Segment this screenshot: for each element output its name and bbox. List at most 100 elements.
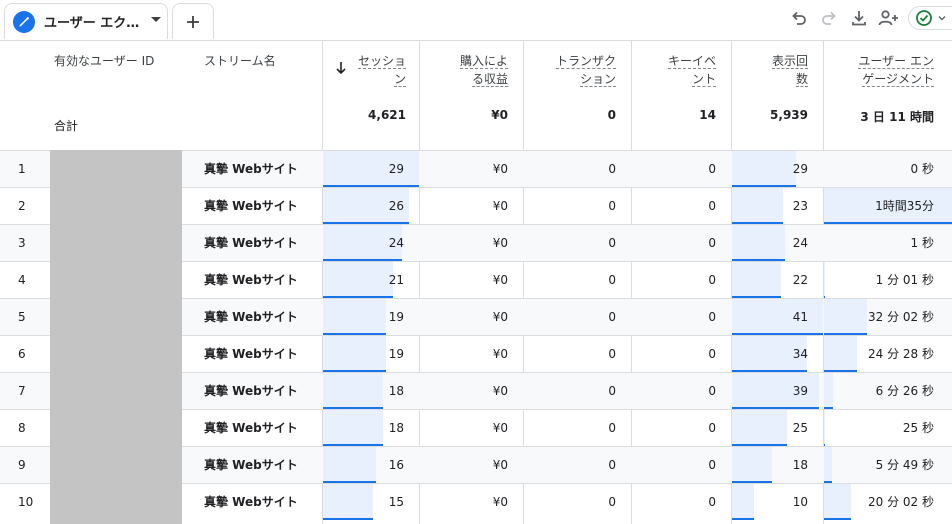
views-bar [732,410,787,446]
header-views-line1: 表示回 [771,54,808,69]
engagement-value: 1 分 01 秒 [875,273,934,287]
chevron-down-icon [938,16,946,21]
transactions-value: 0 [608,273,616,287]
stream-name: 真摯 Webサイト [204,273,298,287]
stream-name: 真摯 Webサイト [204,347,298,361]
key-events-value: 0 [708,236,716,250]
engagement-value: 6 分 26 秒 [875,384,934,398]
sessions-value: 19 [388,310,404,324]
sessions-bar [323,447,376,483]
header-sessions-line1: セッショ [357,54,406,69]
header-revenue-line1: 購入によ [459,54,508,69]
transactions-value: 0 [608,236,616,250]
engagement-value: 1 秒 [910,236,934,250]
row-index: 5 [18,310,26,324]
row-index: 2 [18,199,26,213]
revenue-value: ¥0 [492,458,508,472]
sessions-value: 18 [388,421,404,435]
header-key-events-line1: キーイベ [667,54,716,69]
header-transactions-line1: トランザク [555,54,616,69]
views-bar [732,262,781,298]
header-views-line2: 数 [795,72,808,87]
transactions-value: 0 [608,495,616,509]
sessions-value: 19 [388,347,404,361]
row-index: 10 [18,495,34,509]
status-pill[interactable] [908,6,952,30]
views-bar [732,151,796,187]
undo-icon[interactable] [784,6,814,30]
revenue-value: ¥0 [492,495,508,509]
engagement-value: 20 分 02 秒 [868,495,934,509]
total-transactions: 0 [607,108,616,122]
transactions-value: 0 [608,458,616,472]
redo-icon[interactable] [814,6,844,30]
share-user-icon[interactable] [874,6,904,30]
tab-label: ユーザー エク… [44,16,140,31]
views-bar [732,299,823,335]
sessions-value: 29 [388,162,404,176]
row-index: 6 [18,347,26,361]
exploration-tab[interactable]: ユーザー エク… [4,3,168,39]
header-engagement-line2: ゲージメント [862,72,934,87]
views-value: 24 [792,236,808,250]
engagement-bar-underline [824,518,851,520]
row-index: 3 [18,236,26,250]
header-key-events-line2: ント [691,72,716,87]
sessions-bar-underline [323,518,373,520]
stream-name: 真摯 Webサイト [204,495,298,509]
add-tab-button[interactable] [172,3,214,39]
views-bar [732,447,772,483]
key-events-value: 0 [708,162,716,176]
total-revenue: ¥0 [491,108,508,122]
stream-name: 真摯 Webサイト [204,421,298,435]
row-index: 7 [18,384,26,398]
total-key-events: 14 [699,108,716,122]
revenue-value: ¥0 [492,384,508,398]
sessions-bar [323,151,419,187]
engagement-bar [824,373,833,409]
sessions-bar [323,336,386,372]
totals-label: 合計 [54,119,79,133]
key-events-value: 0 [708,310,716,324]
sort-arrow-down-icon[interactable] [335,61,347,75]
stream-name: 真摯 Webサイト [204,384,298,398]
redacted-user-ids [50,150,182,524]
views-bar [732,188,783,224]
views-bar [732,484,754,520]
engagement-value: 25 秒 [902,421,934,435]
engagement-value: 5 分 49 秒 [875,458,934,472]
top-bar: ユーザー エク… [0,0,952,40]
total-engagement: 3 日 11 時間 [860,110,934,124]
stream-name: 真摯 Webサイト [204,310,298,324]
engagement-bar [824,484,851,520]
stream-name: 真摯 Webサイト [204,236,298,250]
sessions-value: 24 [388,236,404,250]
key-events-value: 0 [708,495,716,509]
views-value: 18 [792,458,808,472]
views-value: 23 [792,199,808,213]
row-index: 1 [18,162,26,176]
header-user-id[interactable]: 有効なユーザー ID [54,53,154,69]
sessions-value: 16 [388,458,404,472]
caret-down-icon[interactable] [151,17,161,22]
sessions-value: 21 [388,273,404,287]
engagement-value: 1時間35分 [875,199,934,213]
sessions-bar [323,373,383,409]
views-value: 29 [792,162,808,176]
engagement-bar [824,447,832,483]
key-events-value: 0 [708,458,716,472]
engagement-bar [824,410,825,446]
sessions-bar [323,262,393,298]
download-icon[interactable] [844,6,874,30]
transactions-value: 0 [608,199,616,213]
header-transactions-line2: ション [579,72,616,87]
views-bar-underline [732,518,754,520]
row-index: 9 [18,458,26,472]
plus-icon [187,15,199,28]
toolbar [784,6,952,30]
transactions-value: 0 [608,310,616,324]
revenue-value: ¥0 [492,421,508,435]
stream-name: 真摯 Webサイト [204,162,298,176]
views-value: 25 [792,421,808,435]
header-stream[interactable]: ストリーム名 [204,53,276,69]
